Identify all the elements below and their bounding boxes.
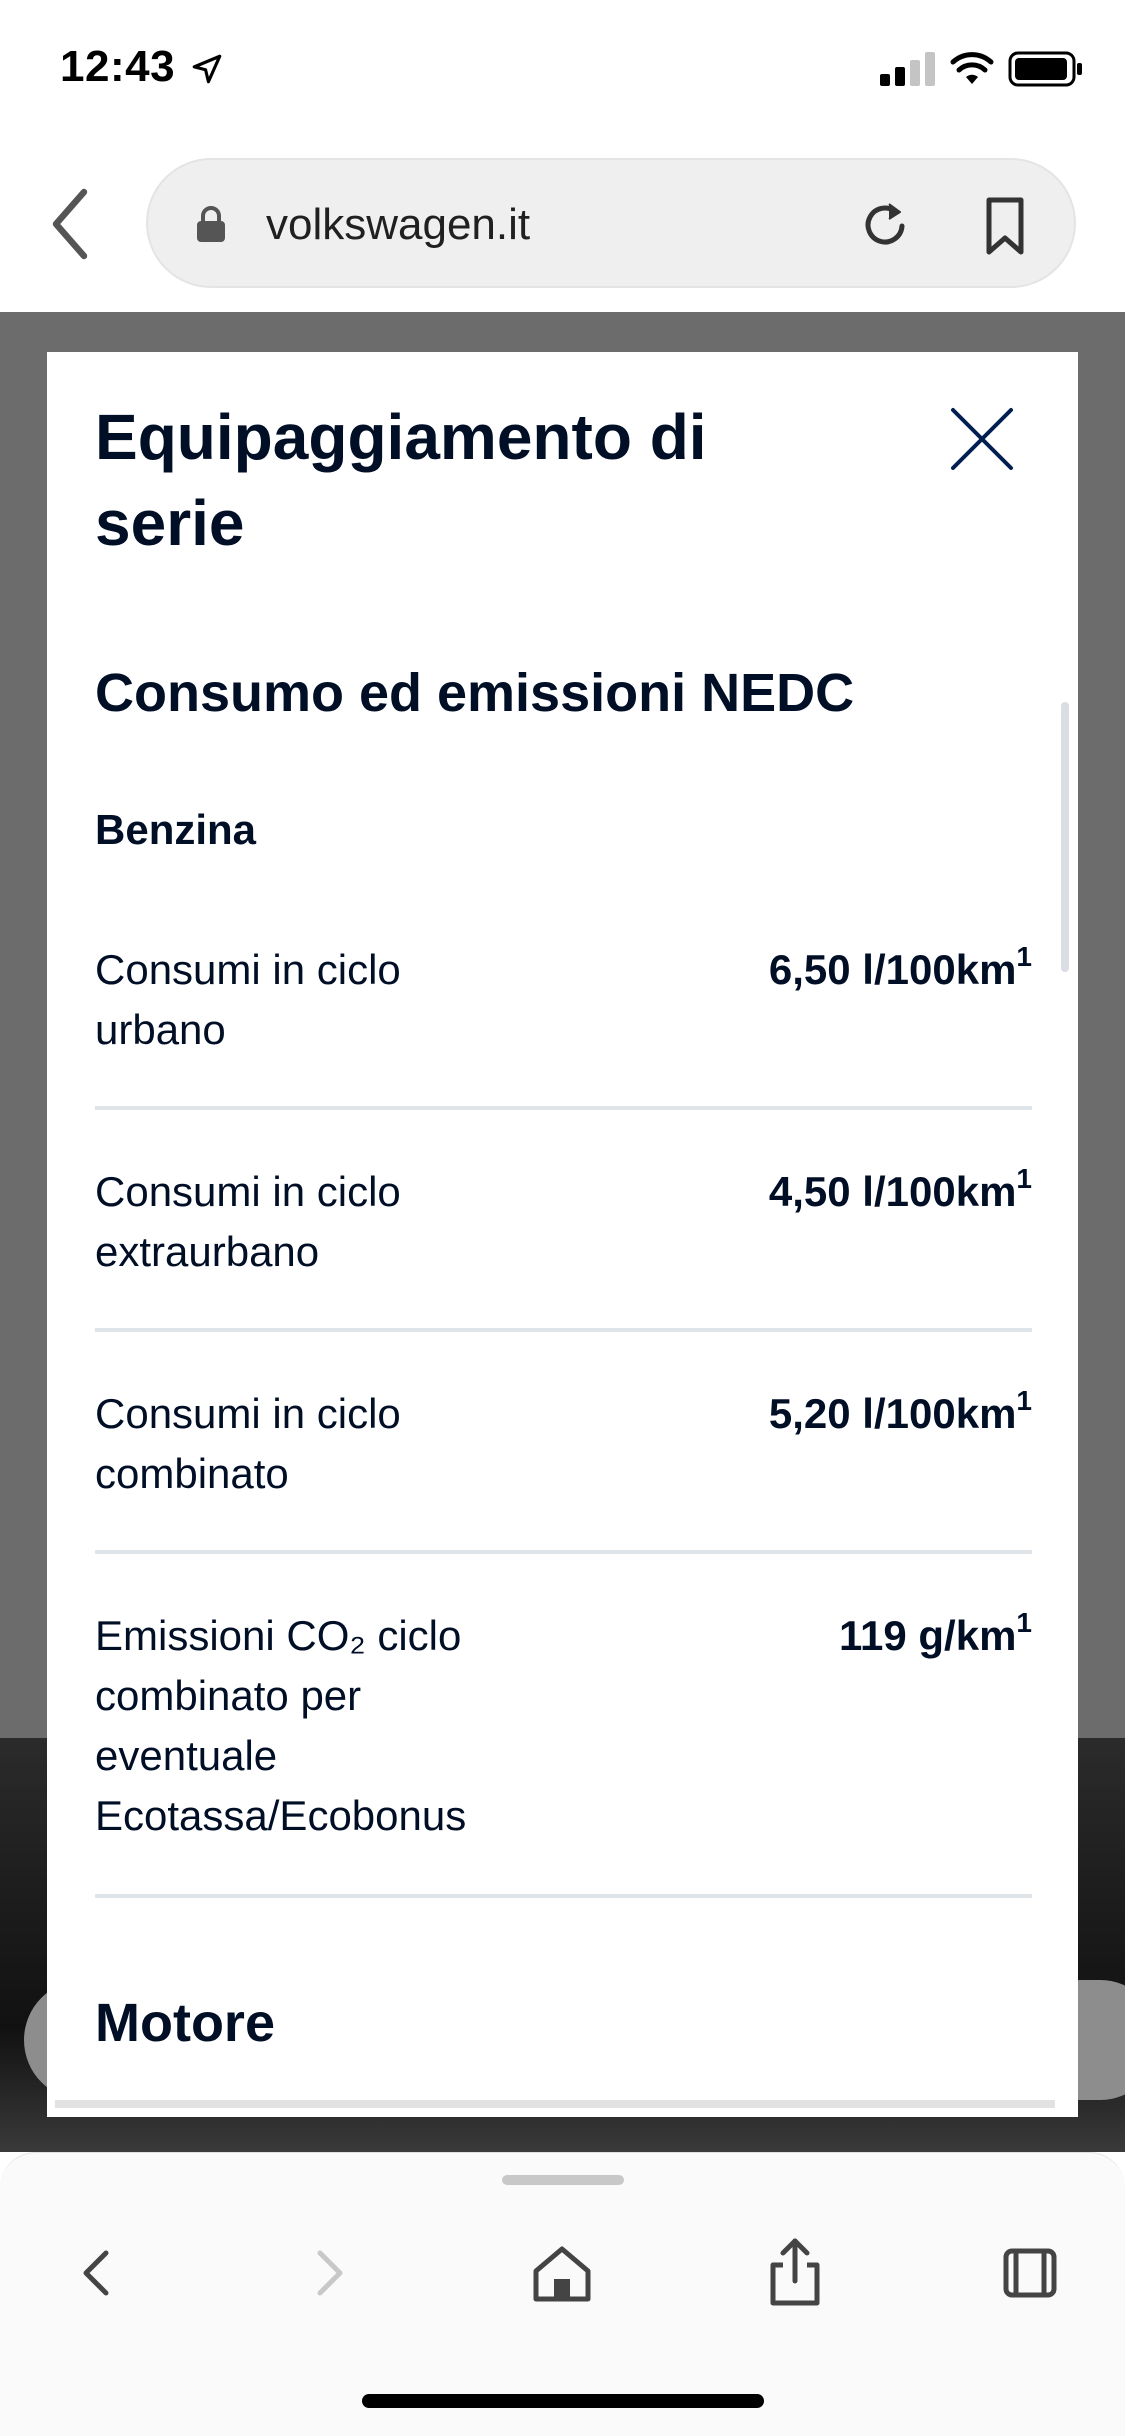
- location-arrow-icon: [192, 54, 222, 84]
- scrollbar[interactable]: [1061, 702, 1069, 972]
- reload-icon[interactable]: [856, 196, 914, 254]
- spec-row-combined: Consumi in ciclo combinato 5,20 l/100km1: [95, 1384, 1032, 1606]
- footnote-marker: 1: [1016, 1163, 1032, 1194]
- spec-label: Consumi in ciclo extraurbano: [95, 1168, 401, 1275]
- battery-icon: [1008, 51, 1082, 87]
- chevron-left-icon[interactable]: [56, 2233, 136, 2313]
- lock-icon: [197, 206, 225, 242]
- wifi-icon: [950, 52, 994, 84]
- status-time: 12:43: [60, 42, 176, 91]
- spec-row-urban: Consumi in ciclo urbano 6,50 l/100km1: [95, 940, 1032, 1162]
- home-icon[interactable]: [522, 2233, 602, 2313]
- spec-row-extraurban: Consumi in ciclo extraurbano 4,50 l/100k…: [95, 1162, 1032, 1384]
- spec-value: 119 g/km1: [838, 1607, 1032, 1660]
- spec-label: Consumi in ciclo urbano: [95, 946, 401, 1053]
- url-field[interactable]: volkswagen.it: [146, 158, 1076, 288]
- fuel-type-heading: Benzina: [95, 806, 257, 853]
- divider: [95, 1328, 1032, 1332]
- share-icon[interactable]: [755, 2233, 835, 2313]
- close-icon[interactable]: [947, 404, 1017, 474]
- spec-label: Emissioni CO₂ ciclo combinato per eventu…: [95, 1612, 467, 1839]
- motor-section-title: Motore: [95, 1993, 275, 2053]
- chevron-right-icon[interactable]: [290, 2233, 370, 2313]
- status-bar: 12:43: [0, 0, 1125, 132]
- standard-equipment-modal: Equipaggiamento di serie Consumo ed emis…: [47, 352, 1078, 2117]
- bookmark-icon[interactable]: [980, 196, 1030, 256]
- spec-value: 4,50 l/100km1: [768, 1163, 1032, 1216]
- divider: [95, 1550, 1032, 1554]
- url-text: volkswagen.it: [266, 200, 531, 249]
- home-indicator[interactable]: [362, 2394, 764, 2408]
- footnote-marker: 1: [1016, 941, 1032, 972]
- footnote-marker: 1: [1016, 1385, 1032, 1416]
- tabs-icon[interactable]: [990, 2233, 1070, 2313]
- spec-value: 5,20 l/100km1: [768, 1385, 1032, 1438]
- browser-address-bar: volkswagen.it: [0, 132, 1125, 312]
- divider: [95, 1106, 1032, 1110]
- footnote-marker: 1: [1016, 1607, 1032, 1638]
- divider: [95, 1894, 1032, 1898]
- toolbar-grabber[interactable]: [502, 2175, 624, 2185]
- modal-bottom-edge: [55, 2100, 1055, 2108]
- spec-label: Consumi in ciclo combinato: [95, 1390, 401, 1497]
- modal-title: Equipaggiamento di serie: [95, 401, 707, 559]
- browser-back-icon[interactable]: [40, 184, 100, 264]
- spec-row-co2: Emissioni CO₂ ciclo combinato per eventu…: [95, 1606, 1032, 1956]
- cellular-signal-icon: [880, 52, 935, 86]
- section-title: Consumo ed emissioni NEDC: [95, 663, 855, 723]
- spec-value: 6,50 l/100km1: [768, 941, 1032, 994]
